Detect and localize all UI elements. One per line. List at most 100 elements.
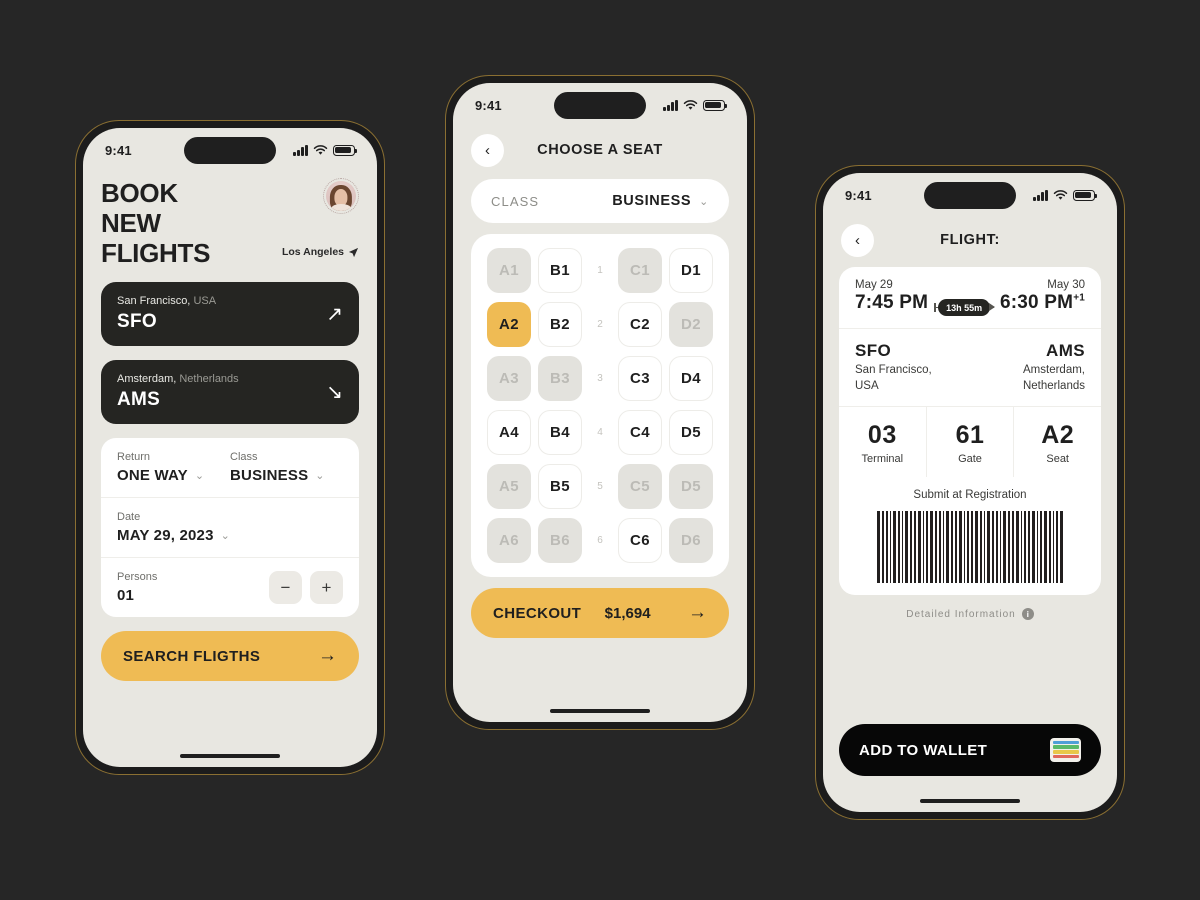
- info-icon: i: [1021, 608, 1034, 621]
- seat-b1[interactable]: B1: [538, 248, 582, 293]
- seat-c1: C1: [618, 248, 662, 293]
- route-section: SFO San Francisco, USA AMS Amsterdam, Neth…: [839, 328, 1101, 406]
- duration-line-left: [934, 301, 939, 314]
- class-selector-bar[interactable]: CLASS BUSINESS ⌄: [471, 179, 729, 223]
- arrival-time-value: 6:30 PM: [999, 292, 1074, 313]
- wallet-card-stripe: [1052, 754, 1079, 759]
- seat-a1: A1: [487, 248, 531, 293]
- seat-b5[interactable]: B5: [538, 464, 582, 509]
- seat-row-number: 3: [597, 373, 603, 384]
- seat-row: A4 B4 4 C4 D5: [487, 410, 713, 455]
- seat-d4[interactable]: D4: [669, 356, 713, 401]
- persons-value: 01: [117, 587, 135, 605]
- seat-a2[interactable]: A2: [487, 302, 531, 347]
- stat-value: 61: [955, 421, 985, 450]
- return-selector[interactable]: Return ONE WAY ⌄: [117, 451, 230, 484]
- seat-b4[interactable]: B4: [538, 410, 582, 455]
- barcode-bar: [910, 511, 912, 584]
- departure-time-block: May 29 7:45 PM: [855, 279, 928, 314]
- arrival-date: May 30: [1047, 279, 1085, 291]
- barcode-bar: [893, 511, 896, 584]
- seat-row: A6 B6 6 C6 D6: [487, 518, 713, 563]
- chevron-down-icon: ⌄: [315, 470, 325, 483]
- flight-duration: 13h 55m: [938, 299, 991, 316]
- date-row[interactable]: Date MAY 29, 2023 ⌄: [101, 497, 359, 557]
- departure-code: SFO: [117, 311, 157, 333]
- back-button[interactable]: ‹: [471, 133, 504, 167]
- barcode-bar: [954, 511, 957, 584]
- persons-stepper: − +: [269, 571, 343, 605]
- arrival-time: 6:30 PM+1: [1000, 292, 1085, 314]
- home-indicator: [180, 753, 280, 758]
- stat-label: Gate: [958, 453, 982, 466]
- seat-d1[interactable]: D1: [669, 248, 713, 293]
- seat-d6: D6: [669, 518, 713, 563]
- barcode-bar: [942, 511, 944, 584]
- seat-b2[interactable]: B2: [538, 302, 582, 347]
- avatar-image: [326, 181, 356, 211]
- seat-c6[interactable]: C6: [618, 518, 662, 563]
- date-value: MAY 29, 2023: [117, 527, 214, 545]
- barcode-bar: [979, 511, 982, 584]
- barcode-bar: [877, 511, 880, 584]
- seat-d5[interactable]: D5: [669, 410, 713, 455]
- barcode-bar: [898, 511, 900, 584]
- arrival-card[interactable]: Amsterdam, Netherlands AMS ↘: [101, 360, 359, 425]
- seat-c2[interactable]: C2: [618, 302, 662, 347]
- search-flights-button[interactable]: SEARCH FLIGTHS →: [101, 631, 359, 682]
- current-location[interactable]: Los Angeles: [282, 246, 359, 258]
- status-icons: [1033, 189, 1098, 201]
- seat-c4[interactable]: C4: [618, 410, 662, 455]
- battery-icon: [1073, 189, 1098, 201]
- add-to-wallet-button[interactable]: ADD TO WALLET: [839, 724, 1101, 776]
- barcode-bar: [1003, 511, 1006, 584]
- dynamic-island: [184, 137, 276, 164]
- barcode-bar: [1060, 511, 1063, 584]
- stat-label: Seat: [1046, 453, 1069, 466]
- seat-d5: D5: [669, 464, 713, 509]
- barcode-bar: [1024, 511, 1026, 584]
- wallet-icon: [1050, 738, 1081, 762]
- status-time: 9:41: [105, 142, 132, 158]
- chevron-down-icon: ⌄: [194, 470, 205, 483]
- checkout-price: $1,694: [604, 604, 651, 622]
- status-time: 9:41: [845, 187, 872, 203]
- barcode-bar: [987, 511, 990, 584]
- date-label: Date: [117, 511, 141, 524]
- class-label: Class: [230, 451, 258, 464]
- home-indicator: [920, 798, 1020, 803]
- barcode-bar: [914, 511, 916, 584]
- seat-row: A3 B3 3 C3 D4: [487, 356, 713, 401]
- flight-stats: 03 Terminal 61 Gate A2 Seat: [839, 406, 1101, 478]
- seat-c3[interactable]: C3: [618, 356, 662, 401]
- trip-class-row: Return ONE WAY ⌄ Class BUSINESS ⌄: [101, 438, 359, 497]
- seat-a4[interactable]: A4: [487, 410, 531, 455]
- status-bar: 9:41: [453, 83, 747, 127]
- barcode-bar: [999, 511, 1001, 584]
- seat-row-number: 1: [597, 265, 603, 276]
- avatar[interactable]: [323, 178, 359, 214]
- wallet-card-stripe: [1052, 740, 1079, 745]
- location-arrow-icon: [348, 247, 359, 257]
- battery-icon: [333, 144, 358, 156]
- checkout-button[interactable]: CHECKOUT $1,694 →: [471, 588, 729, 638]
- seat-a3: A3: [487, 356, 531, 401]
- class-value: BUSINESS: [612, 193, 692, 209]
- departure-arrow-icon: ↗: [326, 303, 343, 326]
- class-selector[interactable]: Class BUSINESS ⌄: [230, 451, 343, 484]
- class-value: BUSINESS: [230, 467, 309, 485]
- seat-row-number: 5: [597, 481, 603, 492]
- return-label: Return: [117, 451, 151, 464]
- stat-seat: A2 Seat: [1013, 407, 1101, 478]
- persons-decrement-button[interactable]: −: [269, 571, 302, 605]
- barcode-bar: [1036, 511, 1038, 584]
- departure-card[interactable]: San Francisco, USA SFO ↗: [101, 282, 359, 347]
- departure-city: San Francisco, USA: [117, 295, 217, 308]
- detailed-information-link[interactable]: Detailed Information i: [839, 608, 1101, 621]
- phone1-screen: 9:41 BOOK NEW FLIGHTS Los Angeles San Fr…: [83, 128, 377, 767]
- departure-date: May 29: [855, 279, 893, 291]
- seat-b3: B3: [538, 356, 582, 401]
- barcode-bar: [930, 511, 933, 584]
- back-button[interactable]: ‹: [841, 223, 874, 257]
- persons-increment-button[interactable]: +: [310, 571, 343, 605]
